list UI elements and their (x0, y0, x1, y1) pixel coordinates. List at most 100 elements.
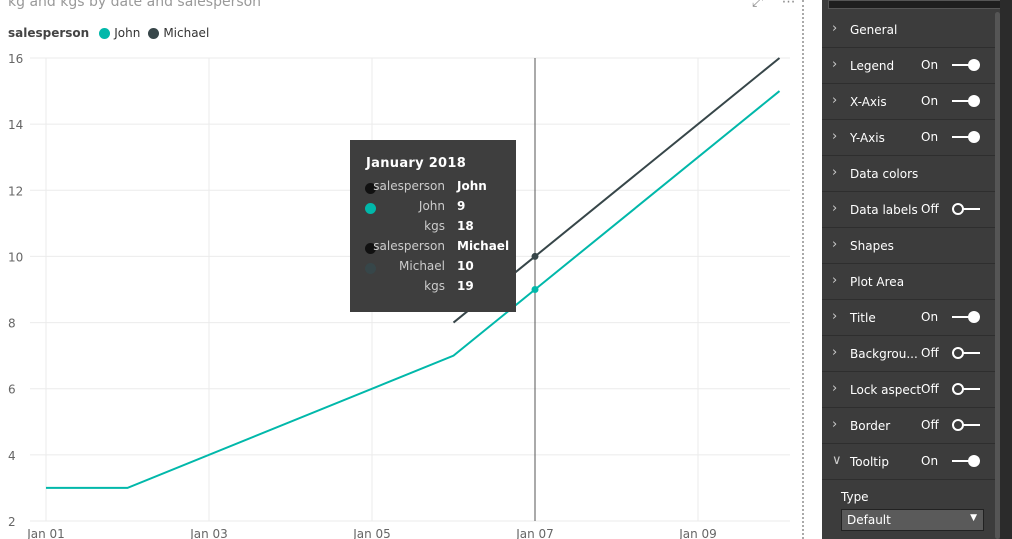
tooltip-row: salesperson John (350, 179, 516, 199)
chevron-right-icon: › (832, 309, 838, 324)
panel-header-bar (828, 0, 1002, 9)
toggle-state: On (921, 130, 939, 144)
section-label: X-Axis (850, 95, 887, 109)
x-tick-label: Jan 01 (26, 527, 65, 539)
tooltip-value: John (457, 179, 487, 193)
format-section-data-colors[interactable]: › Data colors (822, 156, 1000, 192)
y-tick-label: 8 (8, 317, 16, 331)
x-tick-label: Jan 09 (678, 527, 717, 539)
format-section-general[interactable]: › General (822, 12, 1000, 48)
toggle-switch[interactable] (952, 95, 980, 107)
y-tick-label: 16 (8, 52, 23, 66)
format-section-lock-aspect[interactable]: › Lock aspect Off (822, 372, 1000, 408)
section-label: Backgrou... (850, 347, 918, 361)
section-label: Y-Axis (850, 131, 885, 145)
toggle-switch[interactable] (952, 59, 980, 71)
y-tick-label: 4 (8, 449, 16, 463)
section-label: Data labels (850, 203, 918, 217)
toggle-state: Off (921, 418, 939, 432)
chevron-right-icon: › (832, 273, 838, 288)
tooltip-row: salesperson Michael (350, 239, 516, 259)
tooltip-value: 19 (457, 279, 474, 293)
chevron-right-icon: › (832, 237, 838, 252)
tooltip-marker (365, 263, 376, 274)
chevron-right-icon: › (832, 381, 838, 396)
tooltip-row: Michael 10 (350, 259, 516, 279)
section-label: Tooltip (850, 455, 889, 469)
chevron-down-icon: ∨ (832, 453, 842, 468)
toggle-state: On (921, 94, 939, 108)
toggle-switch[interactable] (952, 203, 980, 215)
tooltip-value: 10 (457, 259, 474, 273)
tooltip-marker (365, 203, 376, 214)
chevron-right-icon: › (832, 201, 838, 216)
chevron-right-icon: › (832, 129, 838, 144)
toggle-switch[interactable] (952, 455, 980, 467)
chevron-right-icon: › (832, 93, 838, 108)
line-chart-visual[interactable]: kg and kgs by date and salesperson ⤢ ⋯ s… (0, 0, 805, 539)
format-section-border[interactable]: › Border Off (822, 408, 1000, 444)
y-tick-label: 14 (8, 118, 23, 132)
hover-point-john (531, 286, 539, 293)
format-section-title[interactable]: › Title On (822, 300, 1000, 336)
format-section-legend[interactable]: › Legend On (822, 48, 1000, 84)
y-tick-label: 2 (8, 515, 16, 529)
visual-resize-border[interactable] (802, 0, 804, 539)
tooltip-value: 18 (457, 219, 474, 233)
tooltip-row: kgs 19 (350, 279, 516, 299)
tooltip-type-label: Type (841, 490, 869, 504)
tooltip-value: 9 (457, 199, 466, 213)
chevron-right-icon: › (832, 345, 838, 360)
toggle-state: Off (921, 382, 939, 396)
tooltip-type-value: Default (847, 513, 891, 527)
format-section-tooltip[interactable]: ∨ Tooltip On (822, 444, 1000, 480)
toggle-state: Off (921, 346, 939, 360)
toggle-switch[interactable] (952, 311, 980, 323)
toggle-switch[interactable] (952, 383, 980, 395)
format-panel: › General › Legend On › X-Axis On › Y-Axis On › Data… (822, 0, 1002, 539)
section-label: Border (850, 419, 891, 433)
section-label: Title (850, 311, 876, 325)
tooltip-key: kgs (424, 279, 445, 293)
tooltip-type-dropdown[interactable]: Default ▼ (841, 509, 984, 531)
toggle-switch[interactable] (952, 347, 980, 359)
chevron-right-icon: › (832, 165, 838, 180)
x-tick-label: Jan 05 (352, 527, 391, 539)
toggle-switch[interactable] (952, 419, 980, 431)
format-section-shapes[interactable]: › Shapes (822, 228, 1000, 264)
right-pane-strip (1000, 0, 1012, 539)
hover-point-michael (531, 252, 539, 260)
section-label: Data colors (850, 167, 919, 181)
format-section-x-axis[interactable]: › X-Axis On (822, 84, 1000, 120)
y-tick-label: 10 (8, 250, 23, 264)
x-tick-label: Jan 07 (515, 527, 554, 539)
format-section-data-labels[interactable]: › Data labels Off (822, 192, 1000, 228)
chevron-down-icon: ▼ (970, 513, 977, 523)
tooltip: January 2018 salesperson John John 9 kgs 18 sa… (350, 140, 516, 312)
section-label: Plot Area (850, 275, 905, 289)
tooltip-title: January 2018 (366, 156, 467, 171)
tooltip-key: salesperson (373, 179, 445, 193)
tooltip-row: kgs 18 (350, 219, 516, 239)
format-section-backgrou[interactable]: › Backgrou... Off (822, 336, 1000, 372)
section-label: Legend (850, 59, 895, 73)
tooltip-key: Michael (399, 259, 445, 273)
section-label: Shapes (850, 239, 894, 253)
format-section-y-axis[interactable]: › Y-Axis On (822, 120, 1000, 156)
y-tick-label: 12 (8, 184, 23, 198)
toggle-switch[interactable] (952, 131, 980, 143)
tooltip-value: Michael (457, 239, 510, 253)
tooltip-key: kgs (424, 219, 445, 233)
format-section-plot-area[interactable]: › Plot Area (822, 264, 1000, 300)
toggle-state: On (921, 454, 939, 468)
tooltip-row: John 9 (350, 199, 516, 219)
chevron-right-icon: › (832, 21, 838, 36)
chevron-right-icon: › (832, 417, 838, 432)
chevron-right-icon: › (832, 57, 838, 72)
toggle-state: Off (921, 202, 939, 216)
y-tick-label: 6 (8, 383, 16, 397)
section-label: General (850, 23, 898, 37)
section-label: Lock aspect (850, 383, 922, 397)
toggle-state: On (921, 58, 939, 72)
tooltip-key: salesperson (373, 239, 445, 253)
